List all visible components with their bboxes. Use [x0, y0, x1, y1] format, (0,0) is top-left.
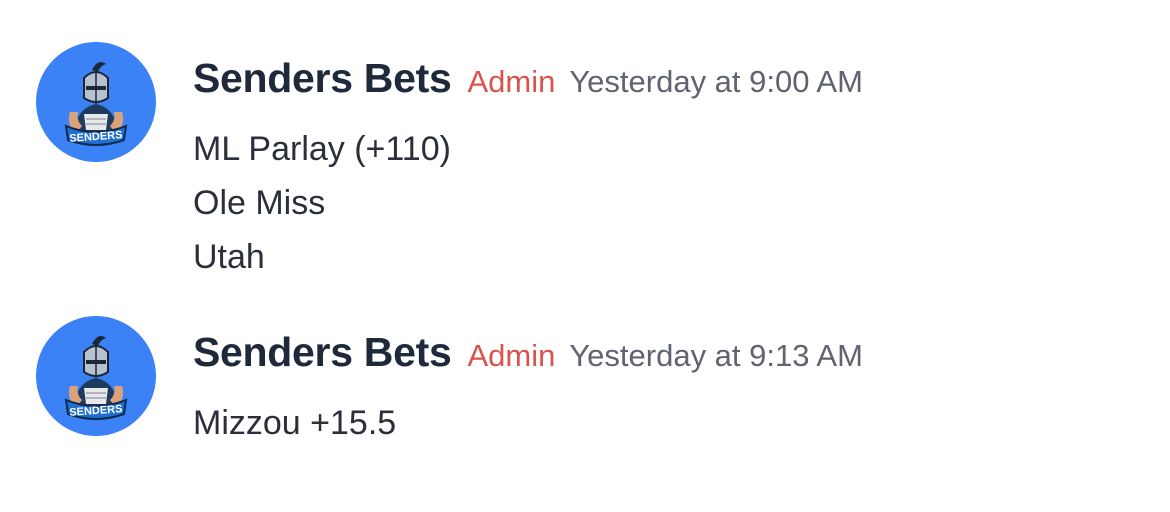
message-line: Ole Miss [193, 184, 326, 222]
message-header: Senders Bets Admin Yesterday at 9:00 AM [193, 54, 863, 102]
knight-mascot-avatar-icon: SENDERS [64, 62, 128, 146]
message-line: Mizzou +15.5 [193, 404, 397, 442]
message-line: Utah [193, 238, 265, 276]
author-name[interactable]: Senders Bets [193, 55, 452, 101]
timestamp: Yesterday at 9:00 AM [569, 64, 863, 99]
avatar[interactable]: SENDERS [36, 316, 156, 436]
role-badge: Admin [467, 64, 556, 99]
knight-mascot-avatar-icon: SENDERS [64, 336, 128, 420]
message-body: Mizzou +15.5 [193, 396, 396, 450]
role-badge: Admin [467, 338, 556, 373]
message-header: Senders Bets Admin Yesterday at 9:13 AM [193, 328, 863, 376]
author-name[interactable]: Senders Bets [193, 329, 452, 375]
message-line: ML Parlay (+110) [193, 130, 451, 168]
message-body: ML Parlay (+110) Ole Miss Utah [193, 122, 451, 284]
timestamp: Yesterday at 9:13 AM [569, 338, 863, 373]
avatar[interactable]: SENDERS [36, 42, 156, 162]
